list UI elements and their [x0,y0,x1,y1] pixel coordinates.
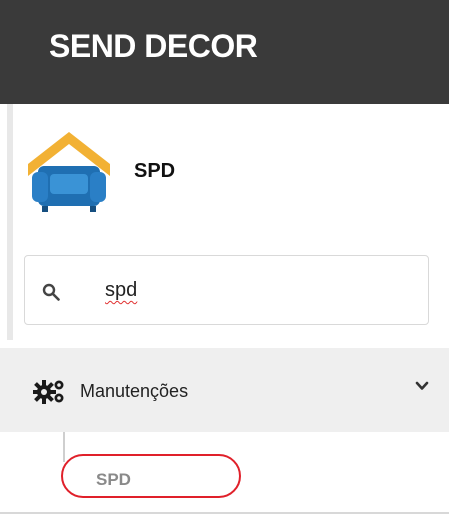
menu-label-manutencoes: Manutenções [80,381,189,401]
divider [0,512,449,514]
app-name: SPD [134,160,176,182]
top-header: SEND DECOR [0,0,449,104]
chevron-down-icon[interactable] [415,380,429,392]
submenu-guide-line [63,432,65,462]
highlight-annotation [61,454,241,498]
search-input[interactable] [24,255,429,325]
sidebar-edge [7,104,13,340]
gears-icon [33,380,64,404]
search-value[interactable]: spd [105,279,137,302]
brand-title[interactable]: SEND DECOR [49,28,258,65]
search-icon [42,283,60,301]
sofa-house-logo [28,132,110,212]
menu-item-manutencoes[interactable] [0,348,449,432]
